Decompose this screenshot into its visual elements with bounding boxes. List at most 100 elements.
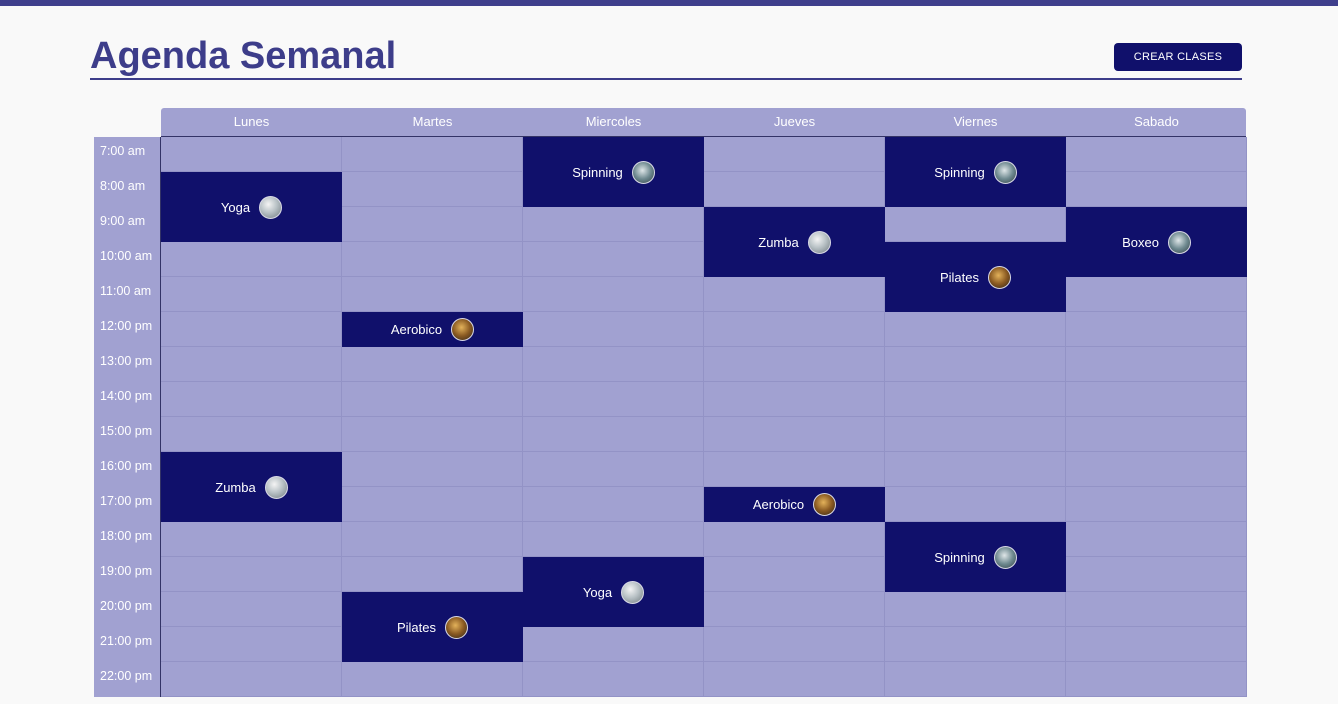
time-slot-cell[interactable]: [704, 312, 885, 347]
time-slot-cell[interactable]: [1066, 627, 1247, 662]
time-slot-cell[interactable]: [342, 417, 523, 452]
class-event-yoga[interactable]: Yoga: [523, 557, 704, 627]
class-event-zumba[interactable]: Zumba: [161, 452, 342, 522]
time-slot-cell[interactable]: [885, 207, 1066, 242]
class-event-pilates[interactable]: Pilates: [342, 592, 523, 662]
time-slot-cell[interactable]: [342, 557, 523, 592]
time-slot-cell[interactable]: [523, 662, 704, 697]
time-slot-cell[interactable]: [1066, 312, 1247, 347]
day-header-martes: Martes: [412, 114, 453, 129]
class-event-aerobico[interactable]: Aerobico: [704, 487, 885, 522]
class-event-spinning[interactable]: Spinning: [885, 522, 1066, 592]
time-slot-cell[interactable]: [161, 242, 342, 277]
time-slot-cell[interactable]: [342, 452, 523, 487]
time-slot-cell[interactable]: [161, 627, 342, 662]
time-slot-cell[interactable]: [161, 522, 342, 557]
time-slot-cell[interactable]: [704, 277, 885, 312]
time-slot-cell[interactable]: [523, 487, 704, 522]
class-event-yoga[interactable]: Yoga: [161, 172, 342, 242]
time-slot-cell[interactable]: [161, 557, 342, 592]
time-slot-cell[interactable]: [885, 487, 1066, 522]
time-slot-cell[interactable]: [885, 627, 1066, 662]
class-event-label: Aerobico: [390, 322, 443, 337]
time-slot-cell[interactable]: [523, 382, 704, 417]
time-label: 9:00 am: [100, 214, 146, 228]
silver-instructor-icon: [807, 230, 831, 254]
time-slot-cell[interactable]: [523, 347, 704, 382]
class-event-aerobico[interactable]: Aerobico: [342, 312, 523, 347]
time-slot-cell[interactable]: [704, 417, 885, 452]
time-slot-cell[interactable]: [704, 627, 885, 662]
time-slot-cell[interactable]: [704, 452, 885, 487]
time-slot-cell[interactable]: [885, 662, 1066, 697]
time-slot-cell[interactable]: [1066, 347, 1247, 382]
time-label: 12:00 pm: [100, 319, 153, 333]
time-slot-cell[interactable]: [342, 382, 523, 417]
time-slot-cell[interactable]: [885, 417, 1066, 452]
create-classes-button[interactable]: CREAR CLASES: [1114, 43, 1242, 71]
time-slot-cell[interactable]: [1066, 557, 1247, 592]
time-slot-cell[interactable]: [523, 242, 704, 277]
time-slot-cell[interactable]: [523, 277, 704, 312]
time-slot-cell[interactable]: [523, 627, 704, 662]
time-slot-cell[interactable]: [342, 487, 523, 522]
time-slot-cell[interactable]: [885, 592, 1066, 627]
class-event-spinning[interactable]: Spinning: [523, 137, 704, 207]
time-slot-cell[interactable]: [704, 557, 885, 592]
day-header-miercoles: Miercoles: [585, 114, 642, 129]
gold-instructor-icon: [988, 265, 1012, 289]
time-slot-cell[interactable]: [1066, 137, 1247, 172]
time-slot-cell[interactable]: [342, 242, 523, 277]
time-slot-cell[interactable]: [161, 347, 342, 382]
time-label: 13:00 pm: [100, 354, 153, 368]
time-slot-cell[interactable]: [342, 277, 523, 312]
time-slot-cell[interactable]: [342, 662, 523, 697]
time-slot-cell[interactable]: [523, 207, 704, 242]
time-slot-cell[interactable]: [704, 347, 885, 382]
time-slot-cell[interactable]: [704, 172, 885, 207]
time-slot-cell[interactable]: [704, 662, 885, 697]
time-slot-cell[interactable]: [1066, 487, 1247, 522]
class-event-label: Zumba: [758, 234, 799, 250]
time-slot-cell[interactable]: [885, 382, 1066, 417]
class-event-label: Spinning: [934, 164, 985, 180]
time-slot-cell[interactable]: [1066, 662, 1247, 697]
class-event-boxeo[interactable]: Boxeo: [1066, 207, 1247, 277]
time-slot-cell[interactable]: [704, 382, 885, 417]
time-slot-cell[interactable]: [1066, 172, 1247, 207]
time-slot-cell[interactable]: [523, 417, 704, 452]
class-event-spinning[interactable]: Spinning: [885, 137, 1066, 207]
time-slot-cell[interactable]: [704, 137, 885, 172]
time-slot-cell[interactable]: [1066, 382, 1247, 417]
time-slot-cell[interactable]: [342, 347, 523, 382]
time-slot-cell[interactable]: [704, 522, 885, 557]
time-slot-cell[interactable]: [1066, 452, 1247, 487]
time-slot-cell[interactable]: [523, 522, 704, 557]
time-slot-cell[interactable]: [342, 172, 523, 207]
class-event-pilates[interactable]: Pilates: [885, 242, 1066, 312]
time-slot-cell[interactable]: [161, 137, 342, 172]
time-slot-cell[interactable]: [342, 522, 523, 557]
time-slot-cell[interactable]: [161, 382, 342, 417]
class-event-label: Aerobico: [752, 497, 805, 512]
day-header-row: Lunes Martes Miercoles Jueves Viernes Sabado: [161, 108, 1246, 137]
time-slot-cell[interactable]: [885, 312, 1066, 347]
time-slot-cell[interactable]: [523, 452, 704, 487]
time-slot-cell[interactable]: [523, 312, 704, 347]
grey-instructor-icon: [993, 160, 1017, 184]
time-slot-cell[interactable]: [1066, 522, 1247, 557]
time-slot-cell[interactable]: [342, 207, 523, 242]
time-slot-cell[interactable]: [1066, 417, 1247, 452]
time-slot-cell[interactable]: [161, 417, 342, 452]
time-slot-cell[interactable]: [161, 662, 342, 697]
time-slot-cell[interactable]: [704, 592, 885, 627]
time-slot-cell[interactable]: [161, 277, 342, 312]
time-slot-cell[interactable]: [1066, 592, 1247, 627]
time-slot-cell[interactable]: [161, 592, 342, 627]
time-slot-cell[interactable]: [342, 137, 523, 172]
time-slot-cell[interactable]: [1066, 277, 1247, 312]
class-event-zumba[interactable]: Zumba: [704, 207, 885, 277]
time-slot-cell[interactable]: [161, 312, 342, 347]
time-slot-cell[interactable]: [885, 347, 1066, 382]
time-slot-cell[interactable]: [885, 452, 1066, 487]
